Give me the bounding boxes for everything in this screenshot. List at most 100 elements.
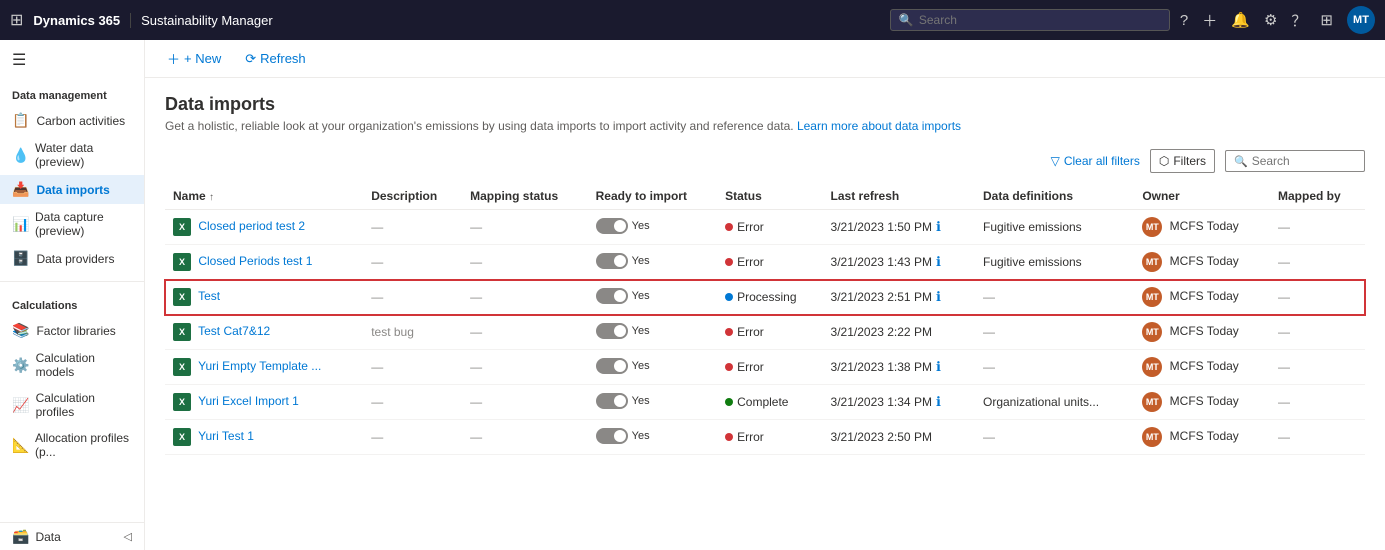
settings-icon[interactable]: ⚙ xyxy=(1264,11,1277,29)
col-status: Status xyxy=(717,183,822,210)
cell-mapping-status: — xyxy=(462,385,587,420)
sidebar-item-allocation-profiles[interactable]: 📐 Allocation profiles (p... xyxy=(0,425,144,465)
cell-mapped-by: — xyxy=(1270,210,1365,245)
app-layout: ☰ Data management 📋 Carbon activities 💧 … xyxy=(0,40,1385,550)
filter-bar: ▽ Clear all filters ⬡ Filters 🔍 xyxy=(165,149,1365,173)
refresh-button[interactable]: ⟳ Refresh xyxy=(239,48,311,70)
ready-toggle[interactable] xyxy=(596,428,628,444)
row-name-link[interactable]: Closed period test 2 xyxy=(198,219,305,233)
row-name-link[interactable]: Yuri Excel Import 1 xyxy=(198,394,299,408)
excel-icon: X xyxy=(173,358,191,376)
info-icon[interactable]: ℹ xyxy=(936,219,941,234)
info-icon[interactable]: ℹ xyxy=(936,289,941,304)
info-icon[interactable]: ℹ xyxy=(936,394,941,409)
excel-icon: X xyxy=(173,253,191,271)
new-button[interactable]: ＋ + New xyxy=(161,46,227,71)
cell-name: X Yuri Excel Import 1 xyxy=(165,385,363,420)
col-mapped-by: Mapped by xyxy=(1270,183,1365,210)
col-data-definitions: Data definitions xyxy=(975,183,1134,210)
grid-view-icon[interactable]: ⊞ xyxy=(1320,11,1333,29)
sidebar-toggle[interactable]: ☰ xyxy=(0,40,144,80)
cell-ready-to-import: Yes xyxy=(588,315,718,350)
data-icon: 🗃️ xyxy=(12,528,29,545)
ready-toggle[interactable] xyxy=(596,358,628,374)
table-row[interactable]: X Yuri Empty Template ... — — Yes Error … xyxy=(165,350,1365,385)
sidebar-item-calculation-models[interactable]: ⚙️ Calculation models xyxy=(0,345,144,385)
row-name-link[interactable]: Test xyxy=(198,289,220,303)
owner-avatar: MT xyxy=(1142,357,1162,377)
row-name-link[interactable]: Closed Periods test 1 xyxy=(198,254,312,268)
chevron-right-icon[interactable]: ◁ xyxy=(124,530,132,543)
toggle-label: Yes xyxy=(632,325,650,337)
table-row[interactable]: X Test Cat7&12 test bug — Yes Error 3/21… xyxy=(165,315,1365,350)
toggle-label: Yes xyxy=(632,430,650,442)
info-icon[interactable]: ℹ xyxy=(936,254,941,269)
ready-toggle[interactable] xyxy=(596,288,628,304)
owner-avatar: MT xyxy=(1142,427,1162,447)
status-label: Error xyxy=(737,360,764,374)
row-name-link[interactable]: Yuri Test 1 xyxy=(198,429,254,443)
bottom-data-item[interactable]: 🗃️ Data xyxy=(12,528,61,545)
table-row[interactable]: X Closed period test 2 — — Yes Error 3/2… xyxy=(165,210,1365,245)
sort-icon-name[interactable]: ↑ xyxy=(209,192,214,203)
table-search-box[interactable]: 🔍 xyxy=(1225,150,1365,172)
sidebar-item-calculation-profiles[interactable]: 📈 Calculation profiles xyxy=(0,385,144,425)
cell-description: test bug xyxy=(363,315,462,350)
sidebar-item-carbon-activities[interactable]: 📋 Carbon activities xyxy=(0,106,144,135)
cell-mapping-status: — xyxy=(462,210,587,245)
filters-label: Filters xyxy=(1173,154,1206,168)
cell-status: Error xyxy=(717,210,822,245)
excel-icon: X xyxy=(173,428,191,446)
cell-description: — xyxy=(363,420,462,455)
cell-data-definitions: — xyxy=(975,350,1134,385)
sidebar-label-factor: Factor libraries xyxy=(36,324,115,338)
ready-toggle[interactable] xyxy=(596,253,628,269)
grid-menu-icon[interactable]: ⊞ xyxy=(10,10,23,30)
learn-more-link[interactable]: Learn more about data imports xyxy=(797,119,961,133)
sidebar-item-water-data[interactable]: 💧 Water data (preview) xyxy=(0,135,144,175)
table-row[interactable]: X Test — — Yes Processing 3/21/2023 2:51… xyxy=(165,280,1365,315)
cell-last-refresh: 3/21/2023 2:22 PM xyxy=(823,315,975,350)
filters-button[interactable]: ⬡ Filters xyxy=(1150,149,1215,173)
table-row[interactable]: X Yuri Test 1 — — Yes Error 3/21/2023 2:… xyxy=(165,420,1365,455)
clear-filters-button[interactable]: ▽ Clear all filters xyxy=(1051,154,1140,168)
ready-toggle[interactable] xyxy=(596,323,628,339)
cell-mapped-by: — xyxy=(1270,350,1365,385)
question-icon[interactable]: ？ xyxy=(1291,10,1306,31)
data-capture-icon: 📊 xyxy=(12,216,28,233)
excel-icon: X xyxy=(173,288,191,306)
table-search-input[interactable] xyxy=(1252,154,1356,168)
cell-description: — xyxy=(363,245,462,280)
ready-toggle[interactable] xyxy=(596,393,628,409)
table-row[interactable]: X Closed Periods test 1 — — Yes Error 3/… xyxy=(165,245,1365,280)
global-search-input[interactable] xyxy=(919,13,1161,27)
notification-icon[interactable]: 🔔 xyxy=(1231,11,1250,29)
table-row[interactable]: X Yuri Excel Import 1 — — Yes Complete 3… xyxy=(165,385,1365,420)
global-search-box[interactable]: 🔍 xyxy=(890,9,1170,31)
cell-data-definitions: Fugitive emissions xyxy=(975,210,1134,245)
row-name-link[interactable]: Test Cat7&12 xyxy=(198,324,270,338)
cell-status: Error xyxy=(717,315,822,350)
sidebar-label-data-imports: Data imports xyxy=(36,183,109,197)
owner-avatar: MT xyxy=(1142,217,1162,237)
cell-mapped-by: — xyxy=(1270,245,1365,280)
info-icon[interactable]: ℹ xyxy=(936,359,941,374)
sidebar-label-carbon: Carbon activities xyxy=(36,114,125,128)
sidebar-item-data-capture[interactable]: 📊 Data capture (preview) xyxy=(0,204,144,244)
content-area: Data imports Get a holistic, reliable lo… xyxy=(145,78,1385,550)
row-name-link[interactable]: Yuri Empty Template ... xyxy=(198,359,321,373)
status-dot xyxy=(725,293,733,301)
ready-toggle[interactable] xyxy=(596,218,628,234)
sidebar-item-data-providers[interactable]: 🗄️ Data providers xyxy=(0,244,144,273)
help-icon[interactable]: ? xyxy=(1180,12,1188,29)
sidebar-item-factor-libraries[interactable]: 📚 Factor libraries xyxy=(0,316,144,345)
user-avatar[interactable]: MT xyxy=(1347,6,1375,34)
owner-avatar: MT xyxy=(1142,252,1162,272)
cell-data-definitions: — xyxy=(975,280,1134,315)
owner-name: MCFS Today xyxy=(1170,394,1239,408)
page-desc-text: Get a holistic, reliable look at your or… xyxy=(165,119,794,133)
sidebar-item-data-imports[interactable]: 📥 Data imports xyxy=(0,175,144,204)
add-icon[interactable]: ＋ xyxy=(1202,10,1217,31)
col-description: Description xyxy=(363,183,462,210)
clear-filters-label: Clear all filters xyxy=(1064,154,1140,168)
